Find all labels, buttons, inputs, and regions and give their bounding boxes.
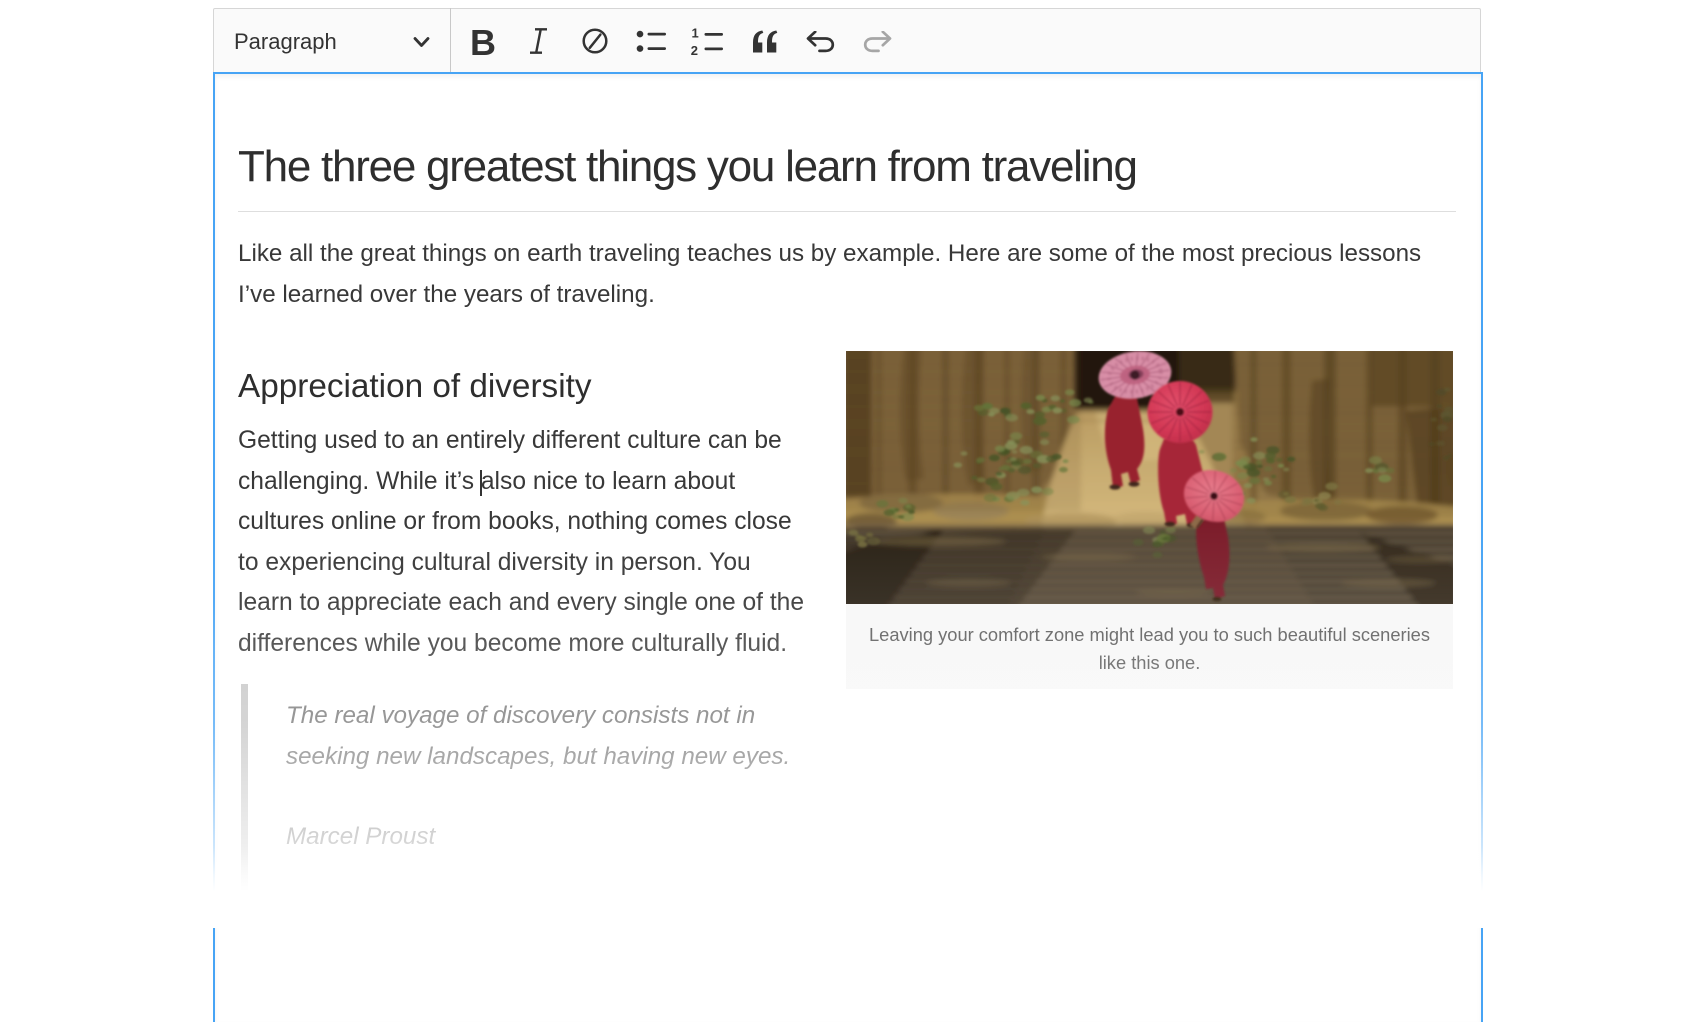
svg-text:2: 2 [691,43,698,57]
svg-text:1: 1 [692,26,699,41]
